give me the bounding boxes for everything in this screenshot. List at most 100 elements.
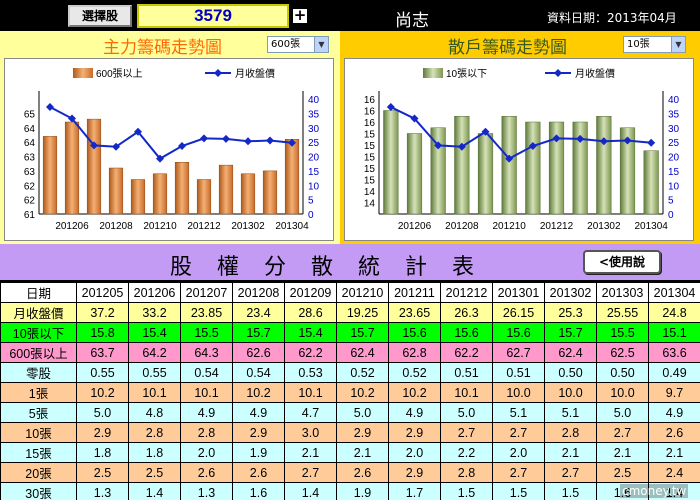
table-cell: 1.5 [544, 482, 597, 500]
table-cell: 15.6 [388, 322, 441, 343]
table-cell: 2.1 [648, 442, 700, 463]
y-tick-label-right: 15 [668, 167, 680, 178]
table-cell: 10.2 [232, 382, 285, 403]
table-cell: 15.5 [180, 322, 233, 343]
table-cell: 5.0 [76, 402, 129, 423]
table-cell: 1.9 [336, 482, 389, 500]
chart-bar [42, 136, 58, 215]
y-tick-label-left: 15 [364, 141, 376, 152]
table-header-row: 日期 201205 201206 201207 201208 201209 201210 20… [0, 282, 700, 303]
y-tick-label-right: 35 [668, 109, 680, 120]
retail-chips-title: 散戶籌碼走勢圖 [448, 38, 567, 58]
table-cell: 62.4 [336, 342, 389, 363]
table-cell: 26.15 [492, 302, 545, 323]
table-cell: 2.7 [440, 422, 493, 443]
chart-bar [218, 164, 234, 215]
table-cell: 2.9 [76, 422, 129, 443]
column-header: 201210 [336, 282, 389, 303]
table-row: 零股 0.55 0.55 0.54 0.54 0.53 0.52 0.52 0.51 0.51 0.… [0, 362, 700, 383]
chart-bar [86, 118, 102, 215]
table-cell: 24.8 [648, 302, 700, 323]
row-label: 月收盤價 [0, 302, 77, 323]
table-cell: 1.4 [128, 482, 181, 500]
distribution-title: 股權分散統計表 [170, 255, 500, 280]
table-cell: 15.6 [492, 322, 545, 343]
table-cell: 0.54 [232, 362, 285, 383]
x-tick-label: 201210 [143, 221, 177, 232]
table-cell: 2.8 [180, 422, 233, 443]
retail-threshold-select[interactable]: 10張 ▼ [623, 36, 686, 53]
table-cell: 1.3 [76, 482, 129, 500]
table-cell: 0.50 [544, 362, 597, 383]
y-tick-label-left: 62 [24, 181, 36, 192]
row-label: 20張 [0, 462, 77, 483]
table-cell: 1.8 [76, 442, 129, 463]
table-cell: 63.6 [648, 342, 700, 363]
row-label: 15張 [0, 442, 77, 463]
legend-bar-swatch [73, 68, 93, 78]
table-cell: 62.7 [492, 342, 545, 363]
table-cell: 2.7 [284, 462, 337, 483]
table-cell: 2.0 [492, 442, 545, 463]
table-cell: 15.4 [284, 322, 337, 343]
table-cell: 4.9 [388, 402, 441, 423]
table-cell: 1.8 [128, 442, 181, 463]
stock-code-input[interactable]: 3579 [137, 4, 289, 28]
y-tick-label-left: 64 [24, 124, 36, 135]
chart-bar [501, 116, 517, 215]
y-tick-label-left: 65 [24, 109, 36, 120]
watermark: cmoney.tw [620, 484, 689, 498]
main-threshold-select[interactable]: 600張 ▼ [267, 36, 329, 53]
chevron-down-icon[interactable]: ▼ [314, 37, 328, 52]
table-cell: 2.1 [544, 442, 597, 463]
chart-bar [454, 116, 470, 215]
table-cell: 9.7 [648, 382, 700, 403]
price-point [46, 103, 54, 112]
table-cell: 10.1 [440, 382, 493, 403]
table-cell: 0.54 [180, 362, 233, 383]
retail-chips-panel: 散戶籌碼走勢圖 10張 ▼ 14 14 15 15 15 15 15 16 16 16 0 5 10 15… [340, 31, 700, 244]
table-cell: 5.0 [596, 402, 649, 423]
column-header: 201302 [544, 282, 597, 303]
table-cell: 2.9 [388, 422, 441, 443]
data-date: 資料日期：2013年04月 [547, 11, 677, 25]
table-cell: 4.9 [180, 402, 233, 423]
price-point [222, 134, 230, 143]
column-header: 201212 [440, 282, 493, 303]
main-threshold-value: 600張 [271, 39, 301, 50]
table-cell: 2.6 [648, 422, 700, 443]
table-row: 1張 10.2 10.1 10.1 10.2 10.1 10.2 10.2 10.1 10.0 10… [0, 382, 700, 403]
retail-chips-chart: 14 14 15 15 15 15 15 16 16 16 0 5 10 15 20 25 30 35 40 2012… [344, 58, 694, 241]
legend-bar-label: 10張以下 [446, 68, 487, 80]
table-cell: 2.7 [544, 462, 597, 483]
plus-icon[interactable]: + [292, 8, 308, 24]
price-point [647, 138, 656, 147]
chevron-down-icon[interactable]: ▼ [671, 37, 685, 52]
table-cell: 2.6 [180, 462, 233, 483]
x-tick-label: 201212 [187, 221, 221, 232]
chart-bar [596, 116, 612, 215]
legend-line-marker [554, 69, 562, 77]
usage-guide-button[interactable]: <使用說 [583, 250, 661, 274]
table-cell: 10.1 [128, 382, 181, 403]
chart-bar [477, 133, 494, 215]
select-stock-button[interactable]: 選擇股 [68, 5, 132, 27]
column-header: 201207 [180, 282, 233, 303]
y-tick-label-right: 30 [668, 124, 680, 135]
table-cell: 23.4 [232, 302, 285, 323]
table-cell: 10.2 [388, 382, 441, 403]
y-tick-label-right: 25 [668, 138, 680, 149]
y-tick-label-right: 10 [308, 181, 320, 192]
x-tick-label: 201304 [634, 221, 668, 232]
table-cell: 25.55 [596, 302, 649, 323]
row-label: 1張 [0, 382, 77, 403]
table-cell: 1.5 [440, 482, 493, 500]
row-label: 30張 [0, 482, 77, 500]
table-cell: 2.9 [336, 422, 389, 443]
chart-bar [643, 150, 659, 215]
table-cell: 15.1 [648, 322, 700, 343]
x-tick-label: 201208 [99, 221, 133, 232]
table-cell: 0.52 [336, 362, 389, 383]
table-cell: 10.0 [544, 382, 597, 403]
table-cell: 5.0 [336, 402, 389, 423]
